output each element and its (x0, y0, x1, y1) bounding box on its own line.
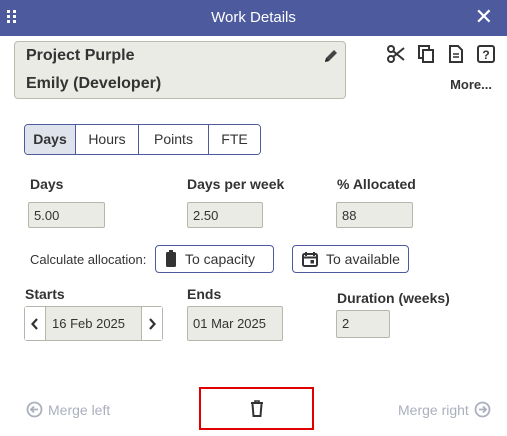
tab-points[interactable]: Points (139, 125, 209, 154)
merge-right-label: Merge right (398, 401, 469, 418)
window-title: Work Details (211, 9, 296, 26)
previous-date-button[interactable] (25, 307, 46, 340)
allocated-field[interactable]: 88 (336, 202, 413, 228)
days-label: Days (30, 176, 64, 192)
arrow-left-circle-icon (26, 401, 43, 418)
to-available-button[interactable]: To available (292, 245, 409, 273)
days-field[interactable]: 5.00 (28, 202, 105, 228)
end-date-field[interactable]: 01 Mar 2025 (187, 306, 283, 341)
delete-button[interactable] (199, 387, 314, 430)
next-date-button[interactable] (141, 307, 162, 340)
tab-hours[interactable]: Hours (76, 125, 139, 154)
allocated-label: % Allocated (337, 176, 416, 192)
document-icon[interactable] (446, 44, 466, 64)
trash-icon (250, 400, 263, 417)
start-date-picker: 16 Feb 2025 (24, 306, 163, 341)
days-per-week-field[interactable]: 2.50 (187, 202, 263, 228)
pencil-icon[interactable] (323, 48, 339, 64)
tab-fte[interactable]: FTE (209, 125, 260, 154)
start-date-value[interactable]: 16 Feb 2025 (52, 316, 125, 331)
duration-field[interactable]: 2 (336, 310, 390, 338)
calculate-allocation-label: Calculate allocation: (30, 252, 147, 267)
scissors-icon[interactable] (386, 44, 406, 64)
starts-label: Starts (25, 286, 65, 302)
duration-label: Duration (weeks) (337, 290, 450, 306)
merge-right-button[interactable]: Merge right (398, 401, 491, 418)
ends-label: Ends (187, 286, 222, 302)
chevron-right-icon (149, 317, 156, 330)
tab-days[interactable]: Days (25, 125, 76, 154)
days-per-week-label: Days per week (187, 176, 285, 192)
project-card: Project Purple Emily (Developer) (14, 41, 346, 99)
merge-left-label: Merge left (48, 401, 111, 418)
chevron-left-icon (31, 317, 38, 330)
battery-icon (166, 250, 176, 267)
close-icon[interactable]: ✕ (475, 6, 493, 28)
copy-icon[interactable] (416, 44, 436, 64)
help-icon[interactable]: ? (476, 44, 496, 64)
merge-left-button[interactable]: Merge left (26, 401, 110, 418)
calendar-icon (302, 252, 318, 267)
to-available-label: To available (326, 251, 400, 267)
unit-tabs: Days Hours Points FTE (24, 124, 261, 155)
project-name: Project Purple (26, 47, 135, 64)
person-name: Emily (Developer) (26, 75, 162, 92)
to-capacity-button[interactable]: To capacity (155, 245, 274, 273)
svg-text:?: ? (482, 48, 489, 62)
title-bar: Work Details ✕ (0, 0, 507, 36)
to-capacity-label: To capacity (185, 251, 256, 267)
more-link[interactable]: More... (450, 77, 492, 92)
arrow-right-circle-icon (474, 401, 491, 418)
